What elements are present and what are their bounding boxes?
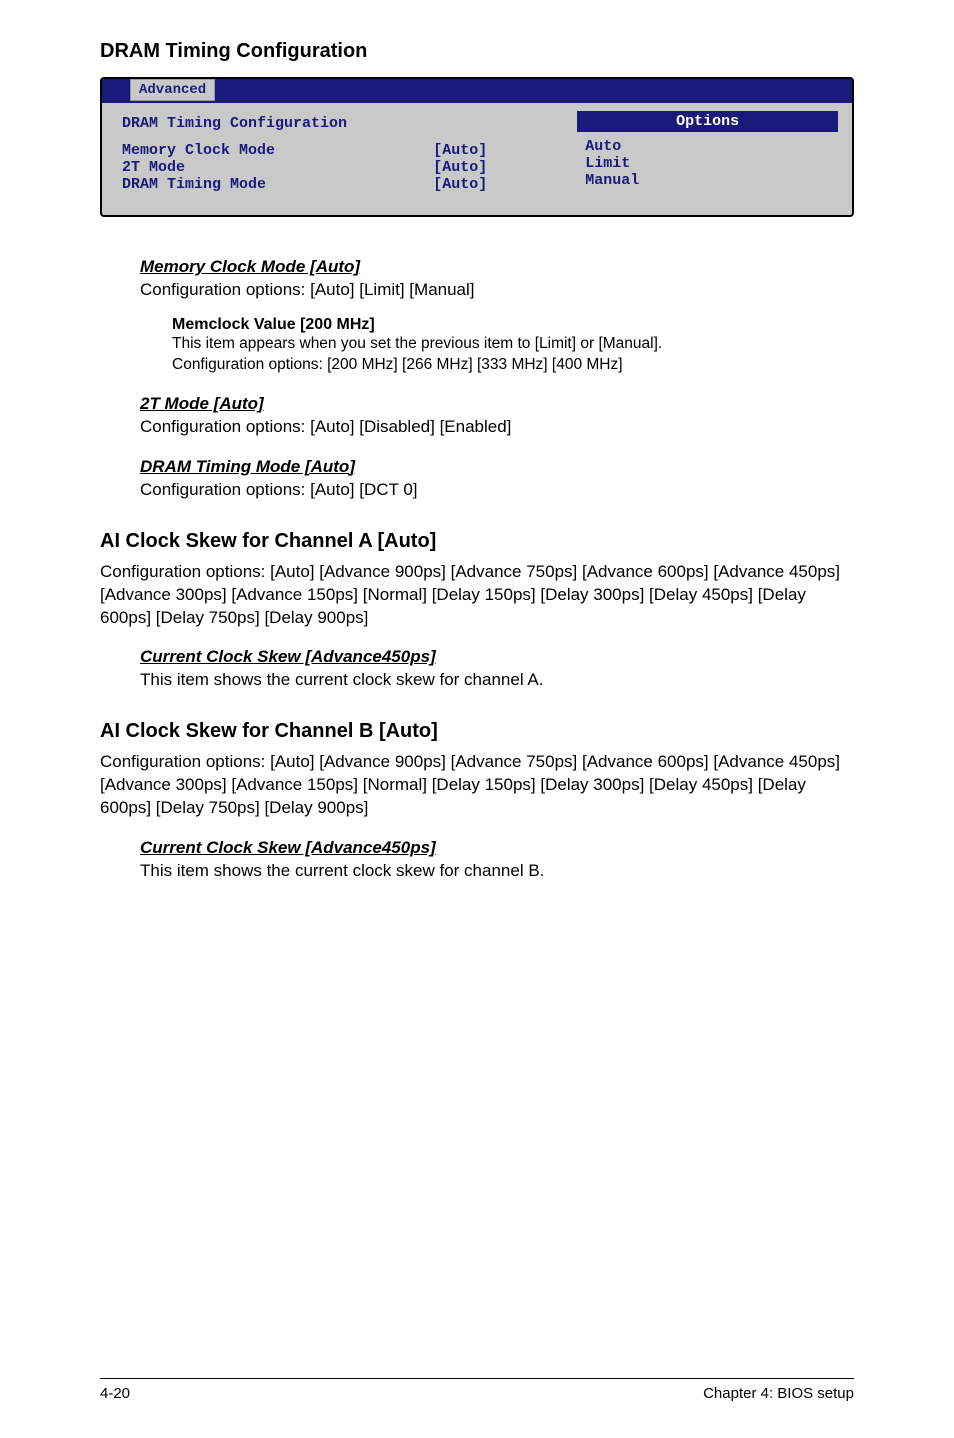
bios-setting-row[interactable]: 2T Mode [Auto] — [122, 159, 553, 176]
bios-option[interactable]: Limit — [585, 155, 830, 172]
subsetting-line: Configuration options: [200 MHz] [266 MH… — [172, 355, 854, 376]
bios-option[interactable]: Manual — [585, 172, 830, 189]
setting-desc: Configuration options: [Auto] [Disabled]… — [140, 416, 854, 439]
page-footer: 4-20 Chapter 4: BIOS setup — [100, 1378, 854, 1402]
bios-setting-row[interactable]: Memory Clock Mode [Auto] — [122, 142, 553, 159]
bios-options-header: Options — [577, 111, 838, 132]
bios-tab-row: Advanced — [102, 79, 852, 103]
bios-options-panel: Options Auto Limit Manual — [577, 111, 838, 195]
chapter-label: Chapter 4: BIOS setup — [703, 1385, 854, 1402]
bios-panel: Advanced DRAM Timing Configuration Memor… — [100, 77, 854, 217]
setting-title: Current Clock Skew [Advance450ps] — [140, 647, 854, 667]
bios-setting-label: Memory Clock Mode — [122, 142, 433, 159]
subsetting-line: This item appears when you set the previ… — [172, 334, 854, 355]
bios-setting-value: [Auto] — [433, 142, 553, 159]
bios-setting-value: [Auto] — [433, 176, 553, 193]
subsetting-title: Memclock Value [200 MHz] — [172, 316, 854, 334]
page-number: 4-20 — [100, 1385, 130, 1402]
bios-setting-row[interactable]: DRAM Timing Mode [Auto] — [122, 176, 553, 193]
setting-desc: This item shows the current clock skew f… — [140, 669, 854, 692]
bios-option[interactable]: Auto — [585, 138, 830, 155]
setting-title: Memory Clock Mode [Auto] — [140, 257, 854, 277]
bios-setting-label: DRAM Timing Mode — [122, 176, 433, 193]
subsection-heading: AI Clock Skew for Channel A [Auto] — [100, 530, 854, 553]
section-heading: DRAM Timing Configuration — [100, 40, 854, 63]
bios-panel-title: DRAM Timing Configuration — [116, 111, 559, 142]
subsection-heading: AI Clock Skew for Channel B [Auto] — [100, 720, 854, 743]
bios-setting-label: 2T Mode — [122, 159, 433, 176]
setting-desc: Configuration options: [Auto] [Limit] [M… — [140, 279, 854, 302]
setting-title: Current Clock Skew [Advance450ps] — [140, 838, 854, 858]
bios-tab-advanced[interactable]: Advanced — [130, 79, 215, 101]
subsection-body: Configuration options: [Auto] [Advance 9… — [100, 751, 854, 820]
setting-desc: Configuration options: [Auto] [DCT 0] — [140, 479, 854, 502]
setting-title: 2T Mode [Auto] — [140, 394, 854, 414]
subsection-body: Configuration options: [Auto] [Advance 9… — [100, 561, 854, 630]
setting-desc: This item shows the current clock skew f… — [140, 860, 854, 883]
bios-setting-value: [Auto] — [433, 159, 553, 176]
bios-main-panel: DRAM Timing Configuration Memory Clock M… — [116, 111, 559, 195]
setting-title: DRAM Timing Mode [Auto] — [140, 457, 854, 477]
